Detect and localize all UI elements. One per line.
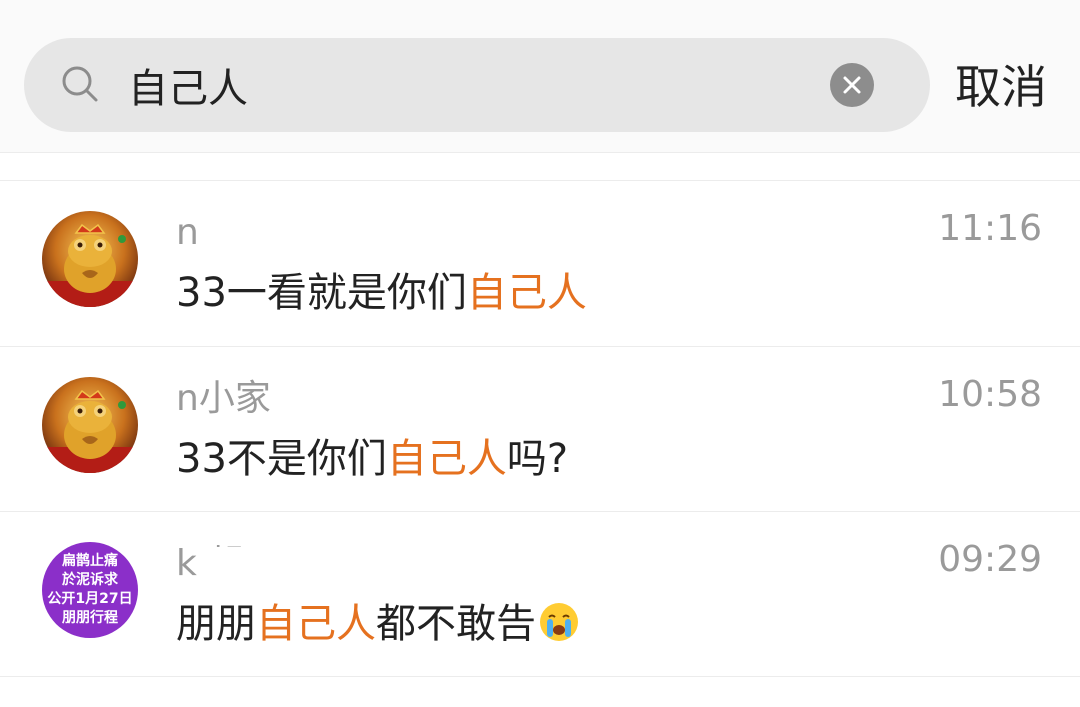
message-text: 朋朋 <box>176 601 256 647</box>
golden-frog-avatar-image <box>42 211 138 307</box>
sender-name: n小家 <box>176 378 271 419</box>
name-redaction <box>200 547 340 581</box>
message-time: 09:29 <box>938 539 1042 580</box>
message-text-tail: 吗? <box>506 436 569 482</box>
message-text-tail: 都不敢告 <box>376 601 536 647</box>
avatar[interactable] <box>42 377 138 473</box>
search-box[interactable] <box>24 38 930 132</box>
search-bar-area: 取消 <box>0 0 1080 153</box>
list-item[interactable]: n小家 10:58 33不是你们自己人吗? <box>0 347 1080 512</box>
message-snippet: 33不是你们自己人吗? <box>176 433 568 485</box>
cancel-button[interactable]: 取消 <box>955 58 1047 116</box>
message-time: 11:16 <box>938 208 1042 249</box>
message-time: 10:58 <box>938 374 1042 415</box>
keyword-highlight: 自己人 <box>466 270 587 316</box>
list-item[interactable]: 扁鹊止痛 於泥诉求 公开1月27日 朋朋行程 k 起 09:29 朋朋自己人都不… <box>0 512 1080 677</box>
crying-face-icon <box>540 603 578 641</box>
message-snippet: 朋朋自己人都不敢告 <box>176 598 580 650</box>
search-icon <box>62 66 98 102</box>
sender-name: n <box>176 212 199 253</box>
avatar-text-line: 於泥诉求 <box>62 572 118 588</box>
avatar[interactable]: 扁鹊止痛 於泥诉求 公开1月27日 朋朋行程 <box>42 542 138 638</box>
clear-search-button[interactable] <box>830 63 874 107</box>
avatar[interactable] <box>42 211 138 307</box>
message-text: 33不是你们 <box>176 436 387 482</box>
avatar-text-line: 朋朋行程 <box>62 610 118 626</box>
message-text: 33一看就是你们 <box>176 270 467 316</box>
avatar-text-line: 公开1月27日 <box>47 591 133 607</box>
list-item[interactable]: n 11:16 33一看就是你们自己人 <box>0 181 1080 346</box>
close-icon <box>843 76 861 94</box>
message-snippet: 33一看就是你们自己人 <box>176 267 587 319</box>
avatar-text-line: 扁鹊止痛 <box>62 553 118 569</box>
golden-frog-avatar-image <box>42 377 138 473</box>
name-redaction <box>210 216 300 250</box>
keyword-highlight: 自己人 <box>256 601 376 647</box>
avatar-badge-text: 扁鹊止痛 於泥诉求 公开1月27日 朋朋行程 <box>42 552 138 628</box>
search-input[interactable] <box>128 38 808 132</box>
keyword-highlight: 自己人 <box>386 436 507 482</box>
divider <box>0 676 1080 677</box>
